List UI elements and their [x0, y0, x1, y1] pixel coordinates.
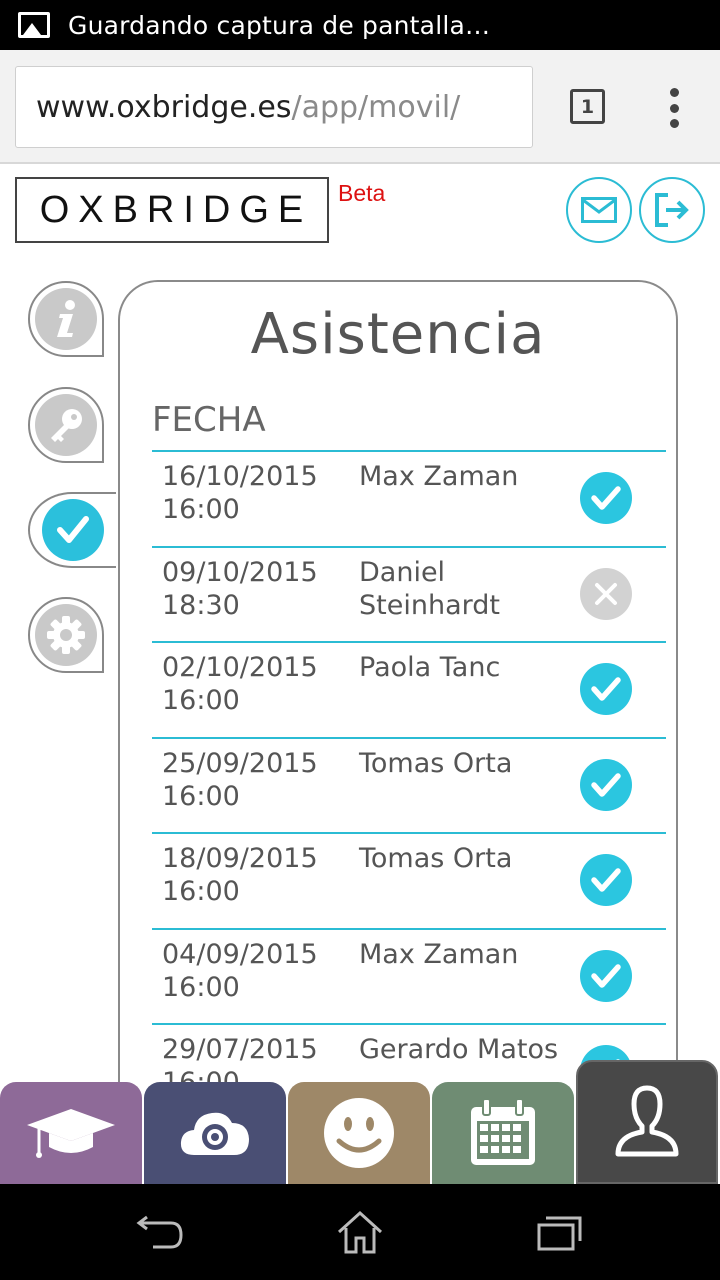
overflow-menu-icon[interactable]: [662, 88, 686, 128]
session-datetime: 25/09/2015 16:00: [162, 747, 352, 813]
present-icon: [580, 854, 632, 906]
smiley-icon: [324, 1098, 394, 1168]
app-bottom-nav: [0, 1060, 720, 1184]
url-path: /app/movil/: [291, 89, 461, 125]
browser-toolbar: www.oxbridge.es/app/movil/ 1: [0, 50, 720, 164]
system-nav-bar: [0, 1184, 720, 1280]
session-date: 29/07/2015: [162, 1034, 318, 1065]
oxbridge-logo[interactable]: OXBRIDGE: [15, 177, 329, 243]
present-icon: [580, 758, 632, 811]
mail-icon: [581, 197, 617, 223]
user-icon: [615, 1085, 679, 1157]
session-datetime: 02/10/2015 16:00: [162, 651, 352, 717]
url-host: www.oxbridge.es: [36, 89, 292, 125]
screenshot-icon: [18, 12, 50, 38]
back-button[interactable]: [134, 1210, 184, 1254]
session-date: 09/10/2015: [162, 556, 318, 588]
logout-button[interactable]: [639, 177, 705, 243]
attendance-row[interactable]: 09/10/2015 18:30 Daniel Steinhardt: [152, 545, 666, 642]
attendance-row[interactable]: 18/09/2015 16:00 Tomas Orta: [152, 832, 666, 928]
cloud-camera-icon: [180, 1112, 249, 1155]
present-icon: [580, 949, 632, 1002]
teacher-name: Daniel Steinhardt: [359, 556, 500, 621]
recents-icon: [537, 1216, 582, 1251]
session-time: 16:00: [162, 780, 240, 812]
session-date: 25/09/2015: [162, 747, 318, 779]
side-tab-settings[interactable]: [28, 597, 104, 673]
back-icon: [136, 1215, 183, 1249]
address-bar[interactable]: www.oxbridge.es/app/movil/: [15, 66, 533, 148]
session-date: 04/09/2015: [162, 938, 318, 970]
mail-button[interactable]: [566, 177, 632, 243]
present-icon: [580, 472, 632, 524]
nav-tab-smile[interactable]: [288, 1082, 430, 1184]
checkmark-icon: [57, 516, 89, 543]
teacher-name: Gerardo Matos: [359, 1034, 559, 1065]
attendance-row[interactable]: 04/09/2015 16:00 Max Zaman: [152, 927, 666, 1024]
graduation-cap-icon: [27, 1109, 115, 1158]
session-time: 16:00: [162, 876, 240, 907]
info-icon: [57, 300, 75, 337]
absent-icon: [580, 567, 632, 620]
page-title: Asistencia: [250, 302, 546, 367]
session-date: 02/10/2015: [162, 652, 318, 683]
side-tab-key[interactable]: [28, 387, 104, 463]
attendance-row[interactable]: 25/09/2015 16:00 Tomas Orta: [152, 736, 666, 833]
home-button[interactable]: [335, 1210, 385, 1254]
beta-label: Beta: [338, 180, 386, 206]
session-date: 16/10/2015: [162, 461, 318, 492]
logout-icon: [655, 193, 689, 227]
attendance-card: Asistencia FECHA 16/10/2015 16:00 Max Zama…: [118, 280, 678, 1180]
attendance-list: 16/10/2015 16:00 Max Zaman 09/10/2015 18:30 D…: [152, 450, 666, 1119]
nav-tab-profile[interactable]: [576, 1060, 718, 1184]
session-datetime: 04/09/2015 16:00: [162, 938, 352, 1004]
present-icon: [580, 663, 632, 715]
session-datetime: 09/10/2015 18:30: [162, 556, 352, 622]
status-text: Guardando captura de pantalla…: [68, 10, 491, 40]
session-datetime: 18/09/2015 16:00: [162, 842, 352, 908]
session-time: 16:00: [162, 685, 240, 716]
gear-icon: [47, 616, 85, 654]
tab-switcher-button[interactable]: 1: [570, 89, 605, 124]
attendance-row[interactable]: 16/10/2015 16:00 Max Zaman: [152, 450, 666, 546]
side-tab-attendance[interactable]: [28, 492, 116, 568]
key-icon: [51, 409, 82, 442]
teacher-name: Paola Tanc: [359, 652, 501, 683]
recents-button[interactable]: [535, 1210, 585, 1254]
session-time: 16:00: [162, 494, 240, 525]
session-date: 18/09/2015: [162, 843, 318, 874]
date-column-header: FECHA: [152, 400, 266, 440]
teacher-name: Max Zaman: [359, 938, 519, 970]
nav-tab-calendar[interactable]: [432, 1082, 574, 1184]
teacher-name: Tomas Orta: [359, 843, 513, 874]
nav-tab-courses[interactable]: [0, 1082, 142, 1184]
session-time: 18:30: [162, 589, 240, 621]
status-bar: Guardando captura de pantalla…: [0, 0, 720, 50]
side-tab-info[interactable]: [28, 281, 104, 357]
home-icon: [337, 1210, 383, 1254]
session-datetime: 16/10/2015 16:00: [162, 460, 352, 526]
session-time: 16:00: [162, 971, 240, 1003]
attendance-row[interactable]: 02/10/2015 16:00 Paola Tanc: [152, 641, 666, 737]
teacher-name: Tomas Orta: [359, 747, 513, 779]
calendar-icon: [471, 1098, 535, 1165]
nav-tab-cloud[interactable]: [144, 1082, 286, 1184]
teacher-name: Max Zaman: [359, 461, 519, 492]
